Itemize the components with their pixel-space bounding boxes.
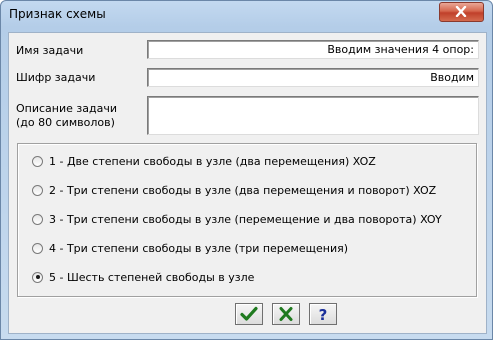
dialog-content: Имя задачи Вводим значения 4 опор: Шифр … <box>8 32 487 334</box>
scheme-option-label: 5 - Шесть степеней свободы в узле <box>49 270 255 284</box>
radio-button[interactable] <box>32 155 43 167</box>
close-icon <box>455 6 467 17</box>
radio-button[interactable] <box>32 213 43 225</box>
question-icon: ? <box>319 306 328 322</box>
close-button[interactable] <box>439 2 484 22</box>
scheme-option-1[interactable]: 1 - Две степени свободы в узле (два пере… <box>32 153 376 169</box>
task-code-field[interactable]: Вводим <box>147 68 479 87</box>
window-title: Признак схемы <box>9 7 106 21</box>
cross-icon <box>279 307 293 321</box>
radio-button[interactable] <box>32 242 43 254</box>
scheme-options-group: 1 - Две степени свободы в узле (два пере… <box>17 143 477 297</box>
scheme-option-label: 3 - Три степени свободы в узле (перемеще… <box>49 212 442 226</box>
scheme-option-2[interactable]: 2 - Три степени свободы в узле (два пере… <box>32 182 436 198</box>
dialog-window: Признак схемы Имя задачи Вводим значения… <box>0 0 493 340</box>
scheme-option-4[interactable]: 4 - Три степени свободы в узле (три пере… <box>32 240 348 256</box>
radio-button-selected[interactable] <box>32 271 43 283</box>
task-name-label: Имя задачи <box>16 44 84 57</box>
radio-button[interactable] <box>32 184 43 196</box>
help-button[interactable]: ? <box>309 303 337 325</box>
help-glyph: ? <box>319 306 328 322</box>
task-name-field[interactable]: Вводим значения 4 опор: <box>147 40 479 59</box>
title-bar[interactable]: Признак схемы <box>1 1 492 27</box>
task-code-label: Шифр задачи <box>16 71 96 84</box>
scheme-option-label: 1 - Две степени свободы в узле (два пере… <box>49 154 376 168</box>
scheme-option-label: 2 - Три степени свободы в узле (два пере… <box>49 183 437 197</box>
cancel-button[interactable] <box>272 303 300 325</box>
task-desc-field[interactable] <box>147 96 479 135</box>
ok-button[interactable] <box>235 303 263 325</box>
checkmark-icon <box>240 306 258 321</box>
scheme-option-3[interactable]: 3 - Три степени свободы в узле (перемеще… <box>32 211 442 227</box>
scheme-option-label: 4 - Три степени свободы в узле (три пере… <box>49 241 349 255</box>
task-desc-hint: (до 80 символов) <box>16 116 115 129</box>
task-desc-label: Описание задачи <box>16 102 117 115</box>
scheme-option-5[interactable]: 5 - Шесть степеней свободы в узле <box>32 269 254 285</box>
